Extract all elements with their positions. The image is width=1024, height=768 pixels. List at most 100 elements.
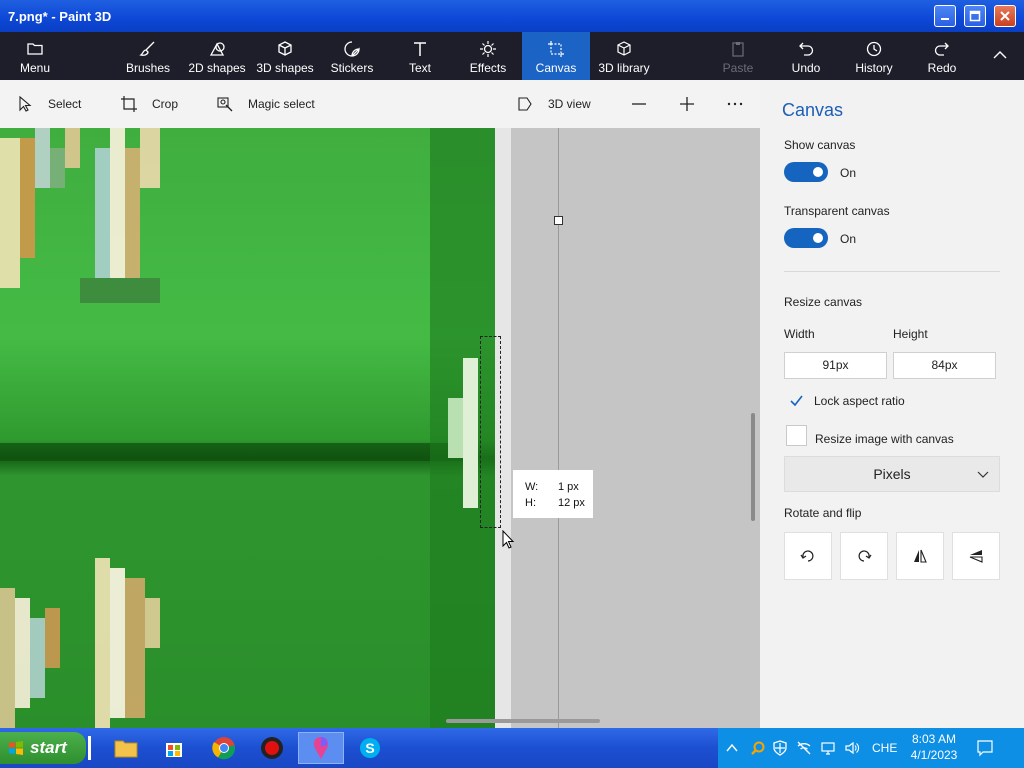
crop-button[interactable]: Crop	[120, 80, 178, 128]
ribbon-3d-shapes[interactable]: 3D shapes	[254, 32, 316, 80]
flip-horizontal-icon	[914, 549, 927, 563]
taskbar-file-explorer[interactable]	[106, 732, 146, 764]
search-icon[interactable]	[750, 740, 766, 756]
vertical-scrollbar[interactable]	[751, 413, 755, 521]
more-options-button[interactable]	[726, 80, 744, 128]
paste-button[interactable]: Paste	[718, 32, 758, 80]
ribbon-brushes-label: Brushes	[125, 61, 171, 75]
store-icon	[166, 743, 182, 757]
close-button[interactable]	[994, 5, 1016, 27]
redo-label: Redo	[927, 61, 957, 75]
magic-select-label: Magic select	[248, 97, 315, 111]
menu-button[interactable]: Menu	[12, 32, 58, 80]
width-field[interactable]: 91px	[784, 352, 887, 379]
toolbar: Select Crop Magic select 3D view	[0, 80, 760, 128]
notifications-icon[interactable]	[976, 739, 994, 757]
ribbon-3d-library-label: 3D library	[598, 61, 650, 75]
display-icon[interactable]	[820, 740, 836, 756]
history-button[interactable]: History	[852, 32, 896, 80]
record-icon	[261, 737, 283, 759]
collapse-ribbon-button[interactable]	[986, 32, 1014, 80]
show-canvas-toggle[interactable]	[784, 162, 828, 182]
taskbar-store[interactable]	[154, 732, 194, 764]
zoom-out-button[interactable]	[630, 80, 648, 128]
chevron-up-icon	[993, 50, 1007, 58]
resize-image-checkbox[interactable]	[786, 425, 807, 446]
taskbar: start S CHE 8:03 AM 4/1/2023	[0, 728, 1024, 768]
taskbar-separator	[88, 736, 91, 760]
units-dropdown[interactable]: Pixels	[784, 456, 1000, 492]
flip-horizontal-button[interactable]	[896, 532, 944, 580]
tooltip-h-label: H:	[525, 497, 536, 509]
start-button[interactable]: start	[0, 732, 86, 764]
lock-aspect-checkbox[interactable]	[786, 390, 807, 411]
plus-icon	[680, 97, 694, 111]
taskbar-chrome[interactable]	[204, 732, 244, 764]
undo-button[interactable]: Undo	[786, 32, 826, 80]
magic-select-icon	[217, 97, 233, 112]
clock[interactable]: 8:03 AM 4/1/2023	[908, 731, 960, 763]
mouse-cursor-icon	[502, 530, 515, 549]
skype-icon: S	[360, 738, 380, 758]
clock-date: 4/1/2023	[910, 748, 958, 762]
ribbon-effects[interactable]: Effects	[464, 32, 512, 80]
chevron-up-icon[interactable]	[724, 740, 740, 756]
resize-handle[interactable]	[554, 216, 563, 225]
paint-3d-icon	[313, 737, 329, 759]
redo-icon	[934, 42, 949, 56]
ribbon-2d-shapes[interactable]: 2D shapes	[186, 32, 248, 80]
ribbon-text[interactable]: Text	[398, 32, 442, 80]
ribbon-3d-library[interactable]: 3D library	[596, 32, 652, 80]
rotate-left-button[interactable]	[784, 532, 832, 580]
rotate-right-button[interactable]	[840, 532, 888, 580]
text-icon	[414, 42, 426, 56]
network-muted-icon[interactable]	[796, 740, 812, 756]
transparent-canvas-toggle[interactable]	[784, 228, 828, 248]
ribbon-stickers[interactable]: Stickers	[328, 32, 376, 80]
input-language[interactable]: CHE	[872, 741, 897, 755]
chrome-icon	[212, 737, 236, 760]
security-shield-icon[interactable]	[772, 740, 788, 756]
magic-select-button[interactable]: Magic select	[216, 80, 315, 128]
taskbar-skype[interactable]: S	[350, 732, 390, 764]
ribbon-canvas[interactable]: Canvas	[522, 32, 590, 80]
taskbar-paint-3d[interactable]	[298, 732, 344, 764]
transparent-canvas-state: On	[840, 232, 857, 246]
tooltip-h-value: 12 px	[558, 497, 585, 509]
taskbar-recorder[interactable]	[252, 732, 292, 764]
canvas-area[interactable]: W: 1 px H: 12 px	[0, 128, 760, 728]
zoom-in-button[interactable]	[678, 80, 696, 128]
redo-button[interactable]: Redo	[922, 32, 962, 80]
2d-shapes-icon	[209, 42, 225, 56]
show-canvas-label: Show canvas	[784, 138, 856, 152]
flip-vertical-button[interactable]	[952, 532, 1000, 580]
horizontal-scrollbar[interactable]	[446, 719, 600, 723]
ribbon-brushes[interactable]: Brushes	[120, 32, 176, 80]
height-field[interactable]: 84px	[893, 352, 996, 379]
folder-icon	[27, 43, 43, 55]
panel-title: Canvas	[782, 100, 844, 120]
select-button[interactable]: Select	[16, 80, 81, 128]
minimize-button[interactable]	[934, 5, 956, 27]
pointer-icon	[19, 95, 32, 112]
height-label: Height	[893, 327, 928, 341]
clipboard-icon	[732, 42, 744, 57]
transparent-canvas-label: Transparent canvas	[784, 204, 890, 218]
3d-view-icon	[518, 97, 532, 111]
canvas-image[interactable]	[0, 128, 495, 728]
title-bar: 7.png* - Paint 3D	[0, 0, 1024, 32]
3d-view-button[interactable]: 3D view	[516, 80, 591, 128]
ribbon: Menu Brushes 2D shapes 3D shapes Sticker…	[0, 32, 1024, 80]
menu-label: Menu	[19, 61, 51, 75]
volume-icon[interactable]	[844, 740, 860, 756]
windows-flag-icon	[9, 741, 23, 755]
ribbon-canvas-label: Canvas	[535, 61, 577, 75]
crop-label: Crop	[152, 97, 179, 111]
tooltip-w-label: W:	[525, 481, 539, 493]
folder-icon	[114, 740, 138, 758]
ribbon-2d-shapes-label: 2D shapes	[188, 61, 246, 75]
maximize-button[interactable]	[964, 5, 986, 27]
paste-label: Paste	[722, 61, 754, 75]
start-label: start	[30, 738, 67, 757]
selection-marquee[interactable]	[480, 336, 501, 528]
